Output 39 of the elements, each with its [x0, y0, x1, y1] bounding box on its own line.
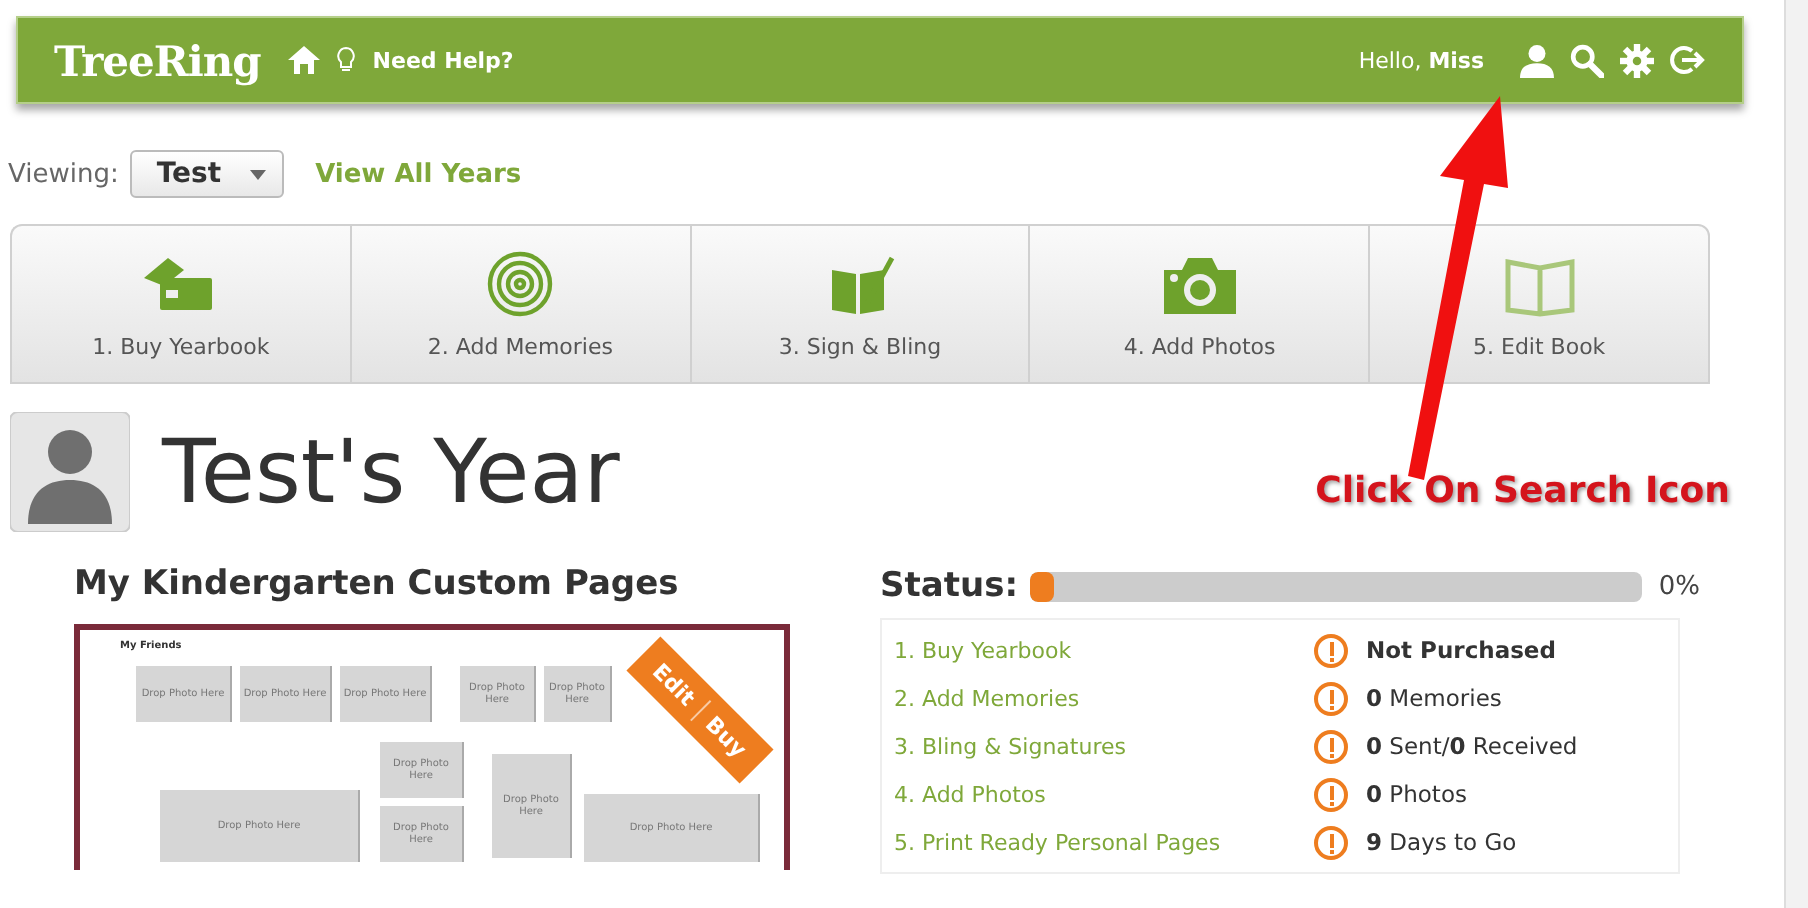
- status-value: Not Purchased: [1366, 636, 1556, 664]
- annotation-text: Click On Search Icon: [1315, 469, 1730, 511]
- status-value: 9 Days to Go: [1366, 828, 1517, 856]
- warning-icon: [1314, 729, 1348, 763]
- warning-icon: [1314, 681, 1348, 715]
- user-icon[interactable]: [1520, 43, 1554, 77]
- step-tab[interactable]: 2. Add Memories: [349, 224, 690, 384]
- settings-icon[interactable]: [1620, 43, 1654, 77]
- greeting-text: Hello, Miss: [1358, 47, 1484, 73]
- status-value: 0 Photos: [1366, 780, 1467, 808]
- caret-icon: [249, 169, 266, 179]
- step-tab[interactable]: 3. Sign & Bling: [689, 224, 1029, 384]
- warning-icon: [1314, 825, 1348, 859]
- step-link[interactable]: 2. Add Memories: [894, 685, 1314, 711]
- avatar-icon: [10, 412, 130, 532]
- step-link[interactable]: 5. Print Ready Personal Pages: [894, 829, 1314, 855]
- scrollbar[interactable]: [1784, 0, 1808, 908]
- status-value: 0 Memories: [1366, 684, 1502, 712]
- home-icon[interactable]: [288, 46, 321, 74]
- step-link[interactable]: 1. Buy Yearbook: [894, 637, 1314, 663]
- help-link[interactable]: Need Help?: [372, 47, 514, 73]
- page-title: Test's Year: [162, 421, 620, 523]
- year-dropdown[interactable]: Test: [130, 150, 284, 198]
- logo[interactable]: TreeRing: [54, 35, 261, 85]
- percent-text: 0%: [1658, 571, 1700, 601]
- step-link[interactable]: 3. Bling & Signatures: [894, 733, 1314, 759]
- view-all-years-link[interactable]: View All Years: [315, 159, 522, 189]
- step-tab[interactable]: 4. Add Photos: [1028, 224, 1369, 384]
- logout-icon[interactable]: [1670, 44, 1706, 76]
- warning-icon: [1314, 633, 1348, 667]
- lightbulb-icon: [336, 46, 357, 74]
- status-label: Status:: [880, 566, 1018, 606]
- viewing-label: Viewing:: [8, 159, 119, 189]
- step-link[interactable]: 4. Add Photos: [894, 781, 1314, 807]
- search-icon[interactable]: [1570, 43, 1604, 77]
- warning-icon: [1314, 777, 1348, 811]
- status-value: 0 Sent/0 Received: [1366, 732, 1578, 760]
- section-title: My Kindergarten Custom Pages: [74, 564, 681, 604]
- step-tab[interactable]: 1. Buy Yearbook: [10, 224, 350, 384]
